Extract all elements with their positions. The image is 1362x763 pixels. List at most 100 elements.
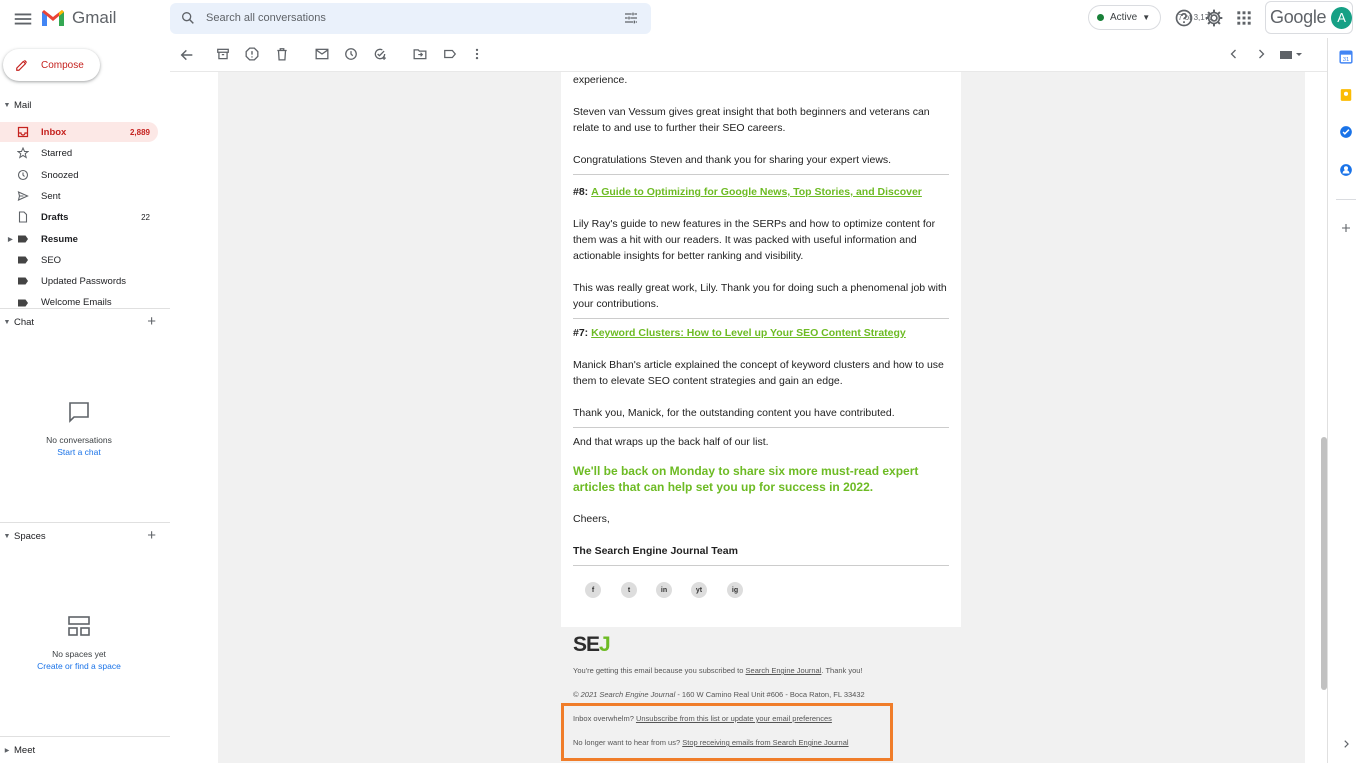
email-paragraph: Manick Bhan's article explained the conc… xyxy=(573,359,944,387)
instagram-icon[interactable]: ig xyxy=(727,582,743,598)
search-options-icon[interactable] xyxy=(623,10,639,26)
google-wordmark: Google xyxy=(1270,7,1327,27)
section-divider xyxy=(573,565,949,566)
youtube-icon[interactable]: yt xyxy=(691,582,707,598)
send-icon xyxy=(17,191,29,201)
compose-button[interactable]: Compose xyxy=(3,49,100,81)
mail-section-label: Mail xyxy=(14,99,32,111)
chat-section-label: Chat xyxy=(14,316,35,328)
search-icon[interactable] xyxy=(180,10,196,26)
top-bar: Gmail Search all conversations Active ▼ … xyxy=(0,0,1362,38)
status-selector[interactable]: Active ▼ xyxy=(1088,5,1161,30)
new-space-plus-icon[interactable]: + xyxy=(147,527,156,544)
sidebar-item-seo[interactable]: SEO xyxy=(0,250,158,270)
expand-icon: ▶ xyxy=(4,747,10,754)
search-input[interactable]: Search all conversations xyxy=(206,12,326,24)
spaces-grid-icon xyxy=(67,614,91,638)
compose-label: Compose xyxy=(41,59,84,71)
pencil-icon xyxy=(16,59,28,71)
copyright-text: © 2021 Search Engine Journal xyxy=(573,690,676,699)
notice-text: You're getting this email because you su… xyxy=(573,666,746,675)
spaces-section-label: Spaces xyxy=(14,530,46,542)
create-space-link[interactable]: Create or find a space xyxy=(0,661,158,671)
draft-count: 22 xyxy=(141,212,150,222)
email-closing: Cheers, xyxy=(573,513,610,525)
sidebar-item-label: Sent xyxy=(41,190,61,202)
panel-divider xyxy=(1336,199,1356,200)
side-panel: 31 xyxy=(1327,38,1362,763)
twitter-icon[interactable]: t xyxy=(621,582,637,598)
contacts-icon[interactable] xyxy=(1339,163,1353,177)
draft-file-icon xyxy=(18,211,28,223)
sidebar-item-label: Inbox xyxy=(41,126,67,138)
article-link-7[interactable]: Keyword Clusters: How to Level up Your S… xyxy=(591,327,906,339)
snooze-clock-icon[interactable] xyxy=(344,47,358,61)
gmail-m-icon xyxy=(42,10,64,26)
label-tag-icon[interactable] xyxy=(443,47,457,61)
spaces-section-header[interactable]: ▼ Spaces + xyxy=(0,527,170,544)
more-vertical-icon[interactable] xyxy=(470,47,484,61)
unread-count: 2,889 xyxy=(129,127,150,137)
sidebar-item-starred[interactable]: Starred xyxy=(0,143,158,163)
new-chat-plus-icon[interactable]: + xyxy=(147,313,156,330)
email-paragraph: Steven van Vessum gives great insight th… xyxy=(573,106,930,134)
google-apps-icon[interactable] xyxy=(1234,8,1254,28)
section-divider xyxy=(0,736,170,737)
start-chat-link[interactable]: Start a chat xyxy=(0,447,158,457)
sidebar-item-welcome-emails[interactable]: Welcome Emails xyxy=(0,293,158,308)
move-to-folder-icon[interactable] xyxy=(413,47,427,61)
article-link-8[interactable]: A Guide to Optimizing for Google News, T… xyxy=(591,186,922,198)
email-body: experience. Steven van Vessum gives grea… xyxy=(561,72,961,627)
back-arrow-icon[interactable] xyxy=(179,47,195,63)
gmail-logo[interactable]: Gmail xyxy=(40,6,120,30)
add-addon-plus-icon[interactable] xyxy=(1340,222,1352,234)
section-divider xyxy=(573,174,949,175)
linkedin-icon[interactable]: in xyxy=(656,582,672,598)
delete-trash-icon[interactable] xyxy=(275,47,289,61)
main-menu-icon[interactable] xyxy=(12,8,34,30)
google-account-area[interactable]: Google A xyxy=(1265,1,1353,34)
sidebar-item-label: Drafts xyxy=(41,211,69,223)
search-bar[interactable]: Search all conversations xyxy=(170,3,651,34)
collapse-icon: ▼ xyxy=(3,532,11,540)
calendar-icon[interactable]: 31 xyxy=(1339,50,1353,64)
chevron-left-icon[interactable] xyxy=(1228,48,1240,60)
mark-unread-mail-icon[interactable] xyxy=(315,47,329,61)
sidebar-item-label: Resume xyxy=(41,233,78,245)
email-signature: The Search Engine Journal Team xyxy=(573,545,738,557)
spaces-empty-state: No spaces yet Create or find a space xyxy=(0,649,158,671)
sidebar-item-updated-passwords[interactable]: Updated Passwords xyxy=(0,271,158,291)
copyright-line: © 2021 Search Engine Journal - 160 W Cam… xyxy=(573,690,865,699)
report-spam-icon[interactable] xyxy=(245,47,259,61)
keep-notes-icon[interactable] xyxy=(1339,88,1353,102)
mail-section-header[interactable]: ▼ Mail xyxy=(0,97,170,113)
subscription-notice: You're getting this email because you su… xyxy=(573,666,863,675)
article-heading-7: #7: Keyword Clusters: How to Level up Yo… xyxy=(573,325,953,341)
section-divider xyxy=(573,427,949,428)
clock-icon xyxy=(17,169,29,181)
input-tools-keyboard-icon[interactable] xyxy=(1280,50,1304,60)
expand-arrow-icon[interactable]: ▶ xyxy=(8,236,13,243)
facebook-icon[interactable]: f xyxy=(585,582,601,598)
sidebar-item-label: SEO xyxy=(41,254,62,266)
add-to-tasks-icon[interactable] xyxy=(373,47,387,61)
sej-link[interactable]: Search Engine Journal xyxy=(746,666,822,675)
email-paragraph: Congratulations Steven and thank you for… xyxy=(573,154,892,166)
chevron-right-icon[interactable] xyxy=(1255,48,1267,60)
rank-number: #8: xyxy=(573,186,589,198)
sidebar-item-inbox[interactable]: Inbox 2,889 xyxy=(0,122,158,142)
tasks-icon[interactable] xyxy=(1339,125,1353,139)
sidebar-item-sent[interactable]: Sent xyxy=(0,186,158,206)
meet-section-header[interactable]: ▶ Meet xyxy=(0,742,170,758)
chevron-down-icon: ▼ xyxy=(1142,13,1151,22)
avatar[interactable]: A xyxy=(1331,6,1352,29)
hide-panel-chevron-icon[interactable] xyxy=(1341,739,1351,749)
sidebar-item-resume[interactable]: ▶ Resume xyxy=(0,229,158,249)
message-toolbar xyxy=(170,38,1327,72)
collapse-icon: ▼ xyxy=(3,318,11,326)
sidebar-item-drafts[interactable]: Drafts 22 xyxy=(0,207,158,227)
chat-section-header[interactable]: ▼ Chat + xyxy=(0,313,170,330)
highlight-box xyxy=(561,703,893,761)
sidebar-item-snoozed[interactable]: Snoozed xyxy=(0,165,158,185)
archive-icon[interactable] xyxy=(216,47,230,61)
